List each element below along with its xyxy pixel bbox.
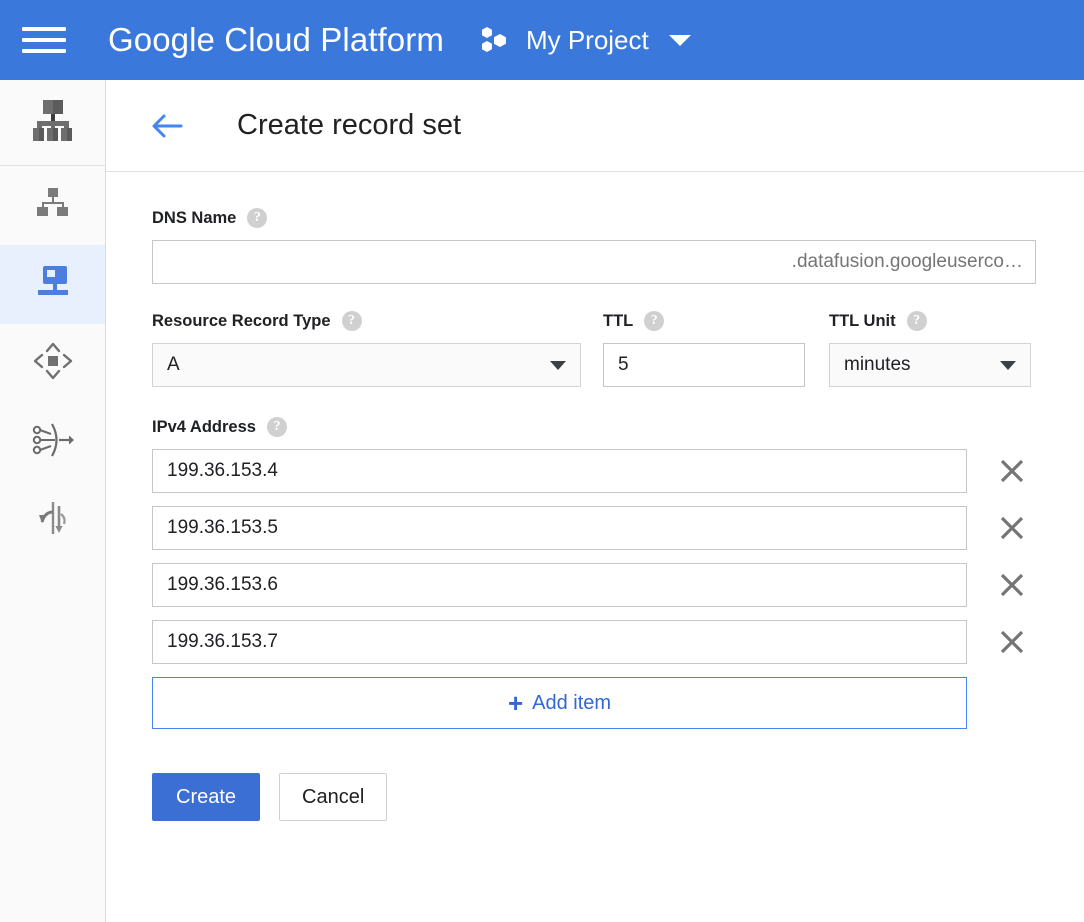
back-arrow-icon[interactable] (150, 109, 184, 143)
help-icon[interactable]: ? (267, 417, 287, 437)
ipv4-row (152, 563, 1036, 607)
ipv4-label: IPv4 Address (152, 418, 256, 437)
close-x-icon[interactable] (992, 508, 1032, 548)
resource-record-type-label-row: Resource Record Type ? (152, 311, 581, 331)
main-content: Create record set DNS Name ? Resource Re… (106, 80, 1084, 922)
traffic-split-icon (35, 500, 71, 543)
add-item-button[interactable]: + Add item (152, 677, 967, 729)
project-name-label: My Project (526, 25, 649, 56)
form-actions: Create Cancel (152, 773, 1036, 821)
close-x-icon[interactable] (992, 565, 1032, 605)
close-x-icon[interactable] (992, 451, 1032, 491)
network-topology-icon (36, 187, 70, 224)
ttl-input[interactable] (603, 343, 805, 387)
app-header: Google Cloud Platform My Project (0, 0, 1084, 80)
ipv4-row (152, 506, 1036, 550)
chevron-down-icon (669, 35, 691, 46)
ipv4-input[interactable] (152, 506, 967, 550)
chevron-down-icon (550, 361, 566, 370)
ipv4-row (152, 620, 1036, 664)
ipv4-address-section: IPv4 Address ? + Add item (152, 417, 1036, 729)
help-icon[interactable]: ? (644, 311, 664, 331)
brand-title: Google Cloud Platform (108, 21, 444, 59)
hamburger-menu-icon[interactable] (22, 23, 66, 57)
create-record-set-form: DNS Name ? Resource Record Type ? A (106, 172, 1084, 821)
move-expand-icon (33, 342, 73, 385)
dns-name-label: DNS Name (152, 209, 236, 228)
ttl-unit-field: TTL Unit ? minutes (829, 311, 1031, 387)
sidebar-item-org-hierarchy[interactable] (0, 80, 105, 166)
project-hexagon-icon (482, 26, 512, 54)
ttl-label-row: TTL ? (603, 311, 805, 331)
help-icon[interactable]: ? (342, 311, 362, 331)
resource-record-type-label: Resource Record Type (152, 312, 331, 331)
page-title: Create record set (237, 109, 461, 142)
ipv4-rows-container (152, 449, 1036, 664)
chevron-down-icon (1000, 361, 1016, 370)
resource-record-type-value: A (167, 354, 180, 376)
close-x-icon[interactable] (992, 622, 1032, 662)
ttl-field: TTL ? (603, 311, 805, 387)
ttl-unit-value: minutes (844, 354, 911, 376)
project-selector[interactable]: My Project (482, 25, 691, 56)
sidebar-item-move-expand[interactable] (0, 324, 105, 403)
routes-arrow-icon (31, 421, 75, 464)
sidebar-item-routes[interactable] (0, 403, 105, 482)
help-icon[interactable]: ? (247, 208, 267, 228)
sidebar-item-traffic-split[interactable] (0, 482, 105, 561)
page-header: Create record set (106, 80, 1084, 172)
ipv4-row (152, 449, 1036, 493)
workstation-monitor-icon (33, 265, 73, 304)
sidebar-item-workstation[interactable] (0, 245, 105, 324)
plus-icon: + (508, 690, 523, 716)
help-icon[interactable]: ? (907, 311, 927, 331)
create-button[interactable]: Create (152, 773, 260, 821)
org-hierarchy-icon (29, 98, 77, 148)
ttl-unit-label-row: TTL Unit ? (829, 311, 1031, 331)
ttl-unit-select[interactable]: minutes (829, 343, 1031, 387)
icon-sidebar (0, 80, 106, 922)
ttl-unit-label: TTL Unit (829, 312, 896, 331)
dns-name-label-row: DNS Name ? (152, 208, 1036, 228)
cancel-button[interactable]: Cancel (279, 773, 387, 821)
resource-record-type-field: Resource Record Type ? A (152, 311, 581, 387)
record-type-ttl-row: Resource Record Type ? A TTL ? (152, 311, 1036, 387)
dns-name-input[interactable] (152, 240, 1036, 284)
ipv4-input[interactable] (152, 563, 967, 607)
ipv4-label-row: IPv4 Address ? (152, 417, 1036, 437)
sidebar-item-network-topology[interactable] (0, 166, 105, 245)
ttl-label: TTL (603, 312, 633, 331)
resource-record-type-select[interactable]: A (152, 343, 581, 387)
add-item-label: Add item (532, 692, 611, 715)
body-wrapper: Create record set DNS Name ? Resource Re… (0, 80, 1084, 922)
ipv4-input[interactable] (152, 449, 967, 493)
ipv4-input[interactable] (152, 620, 967, 664)
